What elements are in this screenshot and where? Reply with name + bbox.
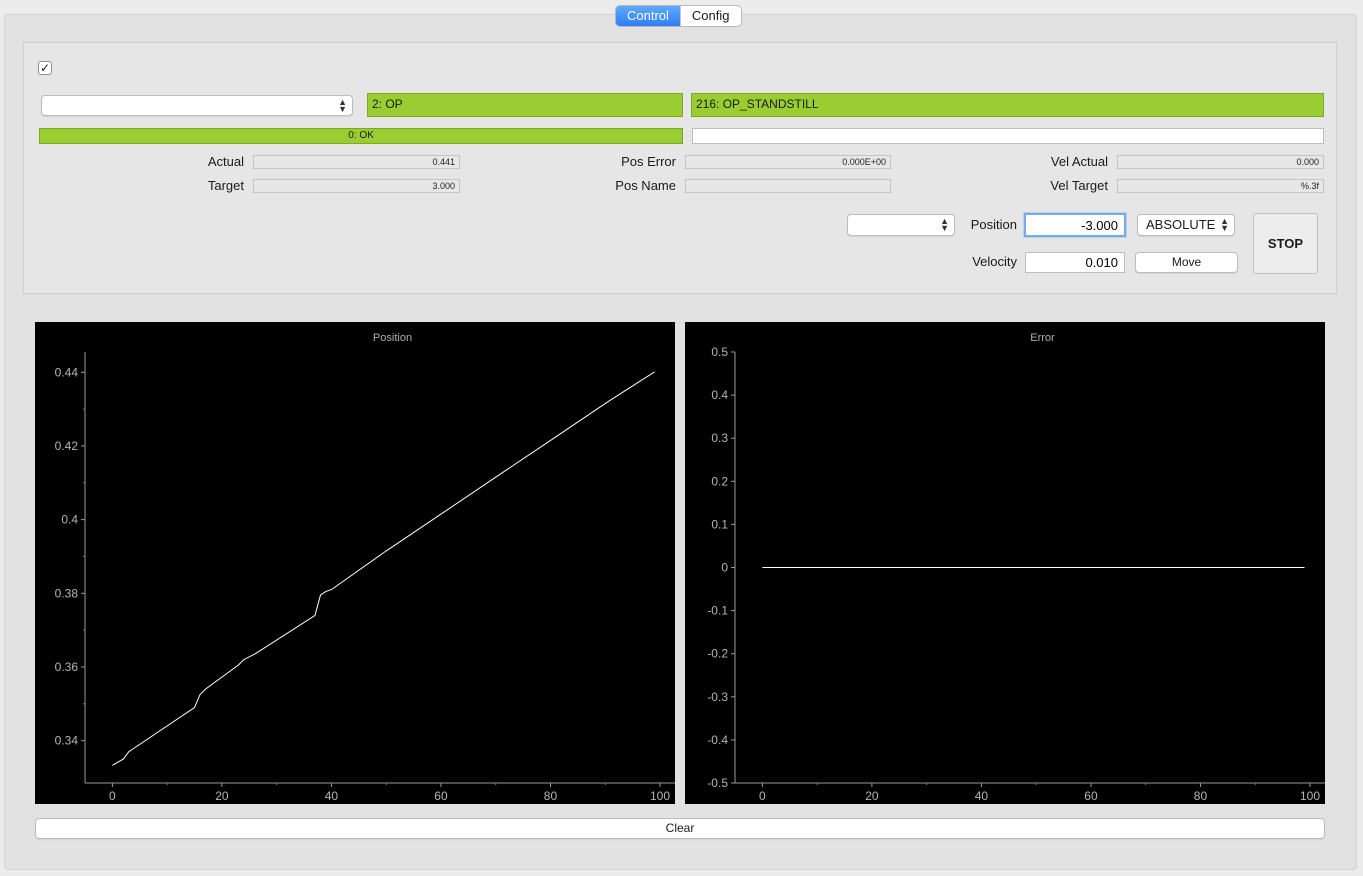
error-y-tick-label: -0.1 (707, 604, 728, 618)
position-y-tick-label: 0.38 (55, 586, 79, 600)
position-x-tick-label: 20 (215, 789, 229, 803)
up-down-chevron-icon: ▲ ▼ (940, 216, 949, 233)
position-x-tick-label: 40 (325, 789, 339, 803)
position-plot: Position 0 20 40 60 80 100 0.34 0.36 0.38 0.4 0.42 0… (35, 322, 675, 804)
error-plot: Error 0 20 40 60 80 100 -0.5 -0.4 -0.3 -0.2 -0.1 0 0.… (685, 322, 1325, 804)
target-readout: 3.000 (253, 179, 460, 193)
up-down-chevron-icon: ▲ ▼ (338, 96, 347, 114)
checkmark-icon: ✓ (39, 61, 51, 75)
pos-error-readout: 0.000E+00 (685, 155, 891, 169)
position-y-tick-label: 0.34 (55, 734, 79, 748)
enable-checkbox[interactable]: ✓ (38, 61, 52, 75)
error-y-tick-label: 0.4 (711, 388, 728, 402)
error-x-tick-label: 0 (759, 789, 766, 803)
error-x-tick-label: 60 (1084, 789, 1098, 803)
velocity-input[interactable] (1025, 252, 1125, 273)
error-y-tick-label: 0.5 (711, 345, 728, 359)
position-x-tick-label: 100 (650, 789, 670, 803)
position-x-tick-label: 0 (109, 789, 116, 803)
error-y-tick-label: 0.3 (711, 431, 728, 445)
position-input[interactable] (1024, 213, 1126, 237)
vel-target-label: Vel Target (1050, 178, 1108, 193)
position-x-tick-label: 60 (434, 789, 448, 803)
position-y-tick-label: 0.42 (55, 439, 79, 453)
error-y-tick-label: -0.4 (707, 733, 728, 747)
move-button[interactable]: Move (1135, 252, 1238, 273)
pos-name-label: Pos Name (615, 178, 676, 193)
actual-label: Actual (207, 154, 244, 169)
tab-control[interactable]: Control (616, 6, 680, 26)
status-display: 216: OP_STANDSTILL (691, 93, 1324, 117)
position-y-tick-label: 0.36 (55, 660, 79, 674)
error-plot-title: Error (1030, 332, 1055, 344)
error-status-bar: 0: OK (39, 128, 683, 144)
error-x-tick-label: 100 (1300, 789, 1320, 803)
error-x-tick-label: 80 (1194, 789, 1208, 803)
error-y-tick-label: 0.2 (711, 474, 728, 488)
error-plot-canvas: Error 0 20 40 60 80 100 -0.5 -0.4 -0.3 -0.2 -0.1 0 0.… (707, 332, 1325, 803)
position-preset-select[interactable]: ▲ ▼ (847, 214, 955, 236)
position-label: Position (970, 217, 1017, 232)
target-label: Target (207, 178, 244, 193)
clear-button[interactable]: Clear (35, 818, 1325, 839)
move-mode-value: ABSOLUTE (1146, 217, 1216, 232)
vel-target-readout: %.3f (1117, 179, 1324, 193)
stop-button[interactable]: STOP (1253, 213, 1318, 274)
position-x-tick-label: 80 (544, 789, 558, 803)
position-plot-canvas: Position 0 20 40 60 80 100 0.34 0.36 0.38 0.4 0.42 0… (55, 332, 675, 803)
state-display: 2: OP (367, 93, 683, 117)
vel-actual-label: Vel Actual (1050, 154, 1108, 169)
error-x-tick-label: 40 (975, 789, 989, 803)
actual-readout: 0.441 (253, 155, 460, 169)
tab-config[interactable]: Config (679, 6, 741, 26)
tab-bar: Control Config (615, 5, 742, 27)
error-y-tick-label: -0.5 (707, 776, 728, 790)
axis-select[interactable]: ▲ ▼ (41, 95, 353, 116)
up-down-chevron-icon: ▲ ▼ (1220, 216, 1229, 233)
error-x-tick-label: 20 (865, 789, 879, 803)
position-y-tick-label: 0.44 (55, 365, 79, 379)
position-y-tick-label: 0.4 (61, 513, 78, 527)
error-y-tick-label: -0.2 (707, 647, 728, 661)
velocity-label: Velocity (972, 254, 1017, 269)
pos-error-label: Pos Error (621, 154, 676, 169)
error-y-tick-label: 0 (721, 561, 728, 575)
error-y-tick-label: -0.3 (707, 690, 728, 704)
position-plot-title: Position (373, 332, 412, 344)
message-bar (692, 128, 1324, 144)
error-y-tick-label: 0.1 (711, 517, 728, 531)
position-series-line (112, 371, 655, 766)
pos-name-readout (685, 179, 891, 193)
move-mode-select[interactable]: ABSOLUTE ▲ ▼ (1137, 214, 1235, 236)
vel-actual-readout: 0.000 (1117, 155, 1324, 169)
